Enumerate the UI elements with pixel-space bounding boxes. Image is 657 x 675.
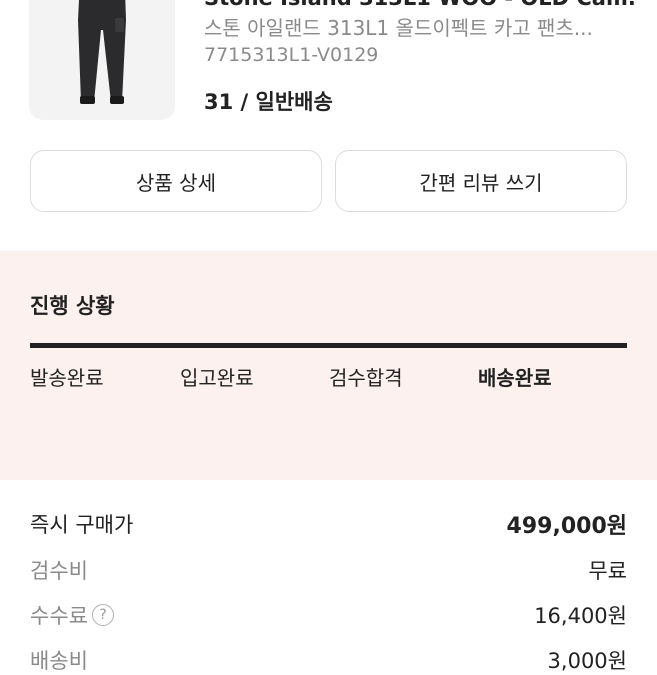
progress-title: 진행 상황 bbox=[30, 294, 115, 318]
shipping-fee-label: 배송비 bbox=[30, 649, 88, 673]
inspection-fee-value: 무료 bbox=[588, 559, 627, 583]
commission-label: 수수료 bbox=[30, 604, 88, 628]
commission-row: 수수료 ? 16,400원 bbox=[30, 600, 627, 630]
pants-image bbox=[78, 0, 126, 104]
instant-price-row: 즉시 구매가 499,000원 bbox=[30, 508, 627, 540]
commission-value: 16,400원 bbox=[534, 604, 627, 628]
inspection-fee-label: 검수비 bbox=[30, 559, 88, 583]
shipping-fee-row: 배송비 3,000원 bbox=[30, 645, 627, 675]
product-option: 31 / 일반배송 bbox=[204, 90, 333, 114]
product-title: Stone Island 313L1 WOO - OLD Cam... bbox=[204, 0, 634, 10]
product-code: 7715313L1-V0129 bbox=[204, 44, 379, 66]
step-shipped: 발송완료 bbox=[30, 366, 104, 390]
step-delivered: 배송완료 bbox=[478, 366, 552, 390]
product-subtitle: 스톤 아일랜드 313L1 올드이펙트 카고 팬츠... bbox=[204, 16, 593, 40]
commission-label-wrap: 수수료 ? bbox=[30, 600, 114, 630]
instant-price-label: 즉시 구매가 bbox=[30, 513, 134, 537]
step-received: 입고완료 bbox=[180, 366, 254, 390]
progress-section: 진행 상황 발송완료 입고완료 검수합격 배송완료 bbox=[0, 252, 657, 480]
progress-bar bbox=[30, 343, 627, 348]
shipping-fee-value: 3,000원 bbox=[547, 649, 627, 673]
product-detail-button[interactable]: 상품 상세 bbox=[30, 150, 322, 212]
instant-price-value: 499,000원 bbox=[506, 514, 627, 539]
help-icon[interactable]: ? bbox=[91, 604, 114, 626]
quick-review-button[interactable]: 간편 리뷰 쓰기 bbox=[335, 150, 627, 212]
product-thumbnail[interactable] bbox=[29, 0, 175, 120]
inspection-fee-row: 검수비 무료 bbox=[30, 555, 627, 585]
step-inspection-passed: 검수합격 bbox=[329, 366, 403, 390]
